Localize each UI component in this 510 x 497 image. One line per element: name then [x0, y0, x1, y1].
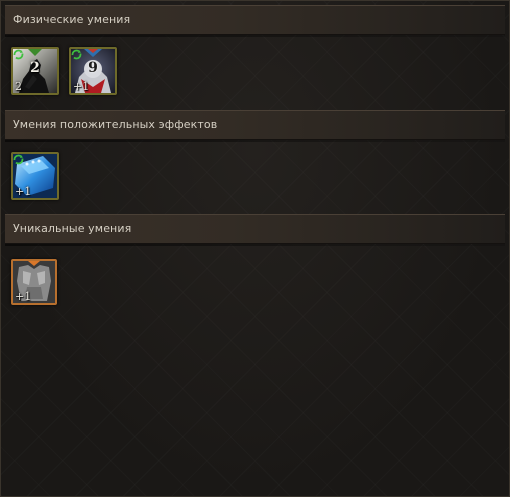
skill-slot-armored-knight[interactable]: 9 +1: [69, 47, 117, 95]
sync-icon: [13, 49, 24, 60]
skill-level: +1: [15, 185, 32, 198]
section-header-buffs: Умения положительных эффектов: [5, 110, 505, 142]
skill-level: 2: [15, 80, 22, 93]
skills-panel: Физические умения 2 2 9 +1 Умения положи…: [0, 0, 510, 497]
skill-slot-shadow-warrior[interactable]: 2 2: [11, 47, 59, 95]
skill-level: +1: [73, 80, 90, 93]
section-title: Физические умения: [13, 13, 131, 26]
section-header-unique: Уникальные умения: [5, 214, 505, 246]
section-title: Умения положительных эффектов: [13, 118, 218, 131]
skill-level: +1: [15, 290, 32, 303]
sync-icon: [13, 154, 24, 165]
skill-slot-blue-crystal[interactable]: +1: [11, 152, 59, 200]
skill-slot-stone-armor[interactable]: +1: [11, 259, 57, 305]
skill-badge: 2: [30, 60, 40, 76]
section-header-physical: Физические умения: [5, 5, 505, 37]
skill-badge: 9: [88, 60, 98, 76]
section-title: Уникальные умения: [13, 222, 132, 235]
sync-icon: [71, 49, 82, 60]
